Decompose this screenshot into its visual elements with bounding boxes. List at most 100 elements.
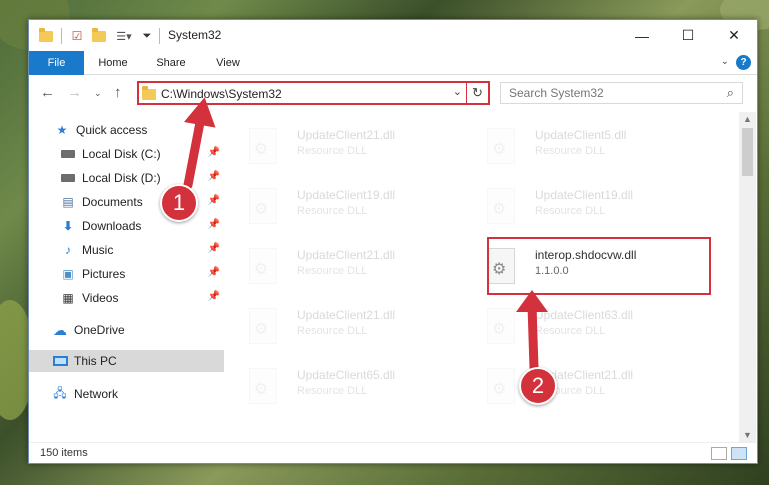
nav-label: Documents <box>82 195 143 209</box>
file-description: Resource DLL <box>535 325 606 337</box>
scroll-down-icon[interactable]: ▼ <box>739 428 756 442</box>
network-icon: 🖧 <box>53 385 67 400</box>
ribbon-tabs: File Home Share View ⌄ ? <box>29 51 757 75</box>
nav-label: This PC <box>74 354 117 368</box>
address-bar[interactable]: C:\Windows\System32 ⌄ ↻ <box>137 81 490 105</box>
file-name: UpdateClient65.dll <box>297 368 396 382</box>
nav-label: Network <box>74 387 119 401</box>
pin-icon[interactable]: 📌 <box>208 267 220 278</box>
nav-quick-access[interactable]: ★ Quick access <box>29 119 224 141</box>
documents-icon: ▤ <box>62 195 74 209</box>
callout-step-2: 2 <box>519 367 557 405</box>
nav-label: Local Disk (C:) <box>82 147 161 161</box>
download-icon: ⬇ <box>62 219 74 233</box>
address-row: ← → ⌄ ↑ C:\Windows\System32 ⌄ ↻ ⌕ <box>29 76 757 110</box>
file-tile[interactable]: ⚙ UpdateClient63.dll Resource DLL <box>463 302 683 354</box>
file-tile[interactable]: ⚙ UpdateClient21.dll Resource DLL <box>225 122 445 174</box>
pin-icon[interactable]: 📌 <box>208 171 220 182</box>
file-description: Resource DLL <box>297 265 368 277</box>
address-path[interactable]: C:\Windows\System32 <box>161 87 282 101</box>
dll-file-icon: ⚙ <box>249 368 277 404</box>
vertical-scrollbar[interactable]: ▲ ▼ <box>739 112 756 442</box>
customize-toolbar-icon[interactable]: ☰▾ <box>113 27 135 45</box>
recent-locations-icon[interactable]: ⌄ <box>94 88 102 99</box>
file-tile[interactable]: ⚙ UpdateClient65.dll Resource DLL <box>225 362 445 414</box>
dll-file-icon: ⚙ <box>249 128 277 164</box>
nav-item-music[interactable]: ♪ Music 📌 <box>29 239 224 261</box>
callout-step-1: 1 <box>160 184 198 222</box>
nav-item-local-disk-d[interactable]: Local Disk (D:) 📌 <box>29 167 224 189</box>
drive-icon <box>60 171 76 185</box>
minimize-button[interactable]: — <box>619 20 665 51</box>
videos-icon: ▦ <box>62 291 74 305</box>
file-name: UpdateClient19.dll <box>297 188 396 202</box>
nav-item-local-disk-c[interactable]: Local Disk (C:) 📌 <box>29 143 224 165</box>
maximize-button[interactable]: ☐ <box>665 20 711 51</box>
file-tile[interactable]: ⚙ UpdateClient21.dll Resource DLL <box>225 302 445 354</box>
file-name: UpdateClient19.dll <box>535 188 634 202</box>
scrollbar-thumb[interactable] <box>742 128 753 176</box>
properties-icon[interactable]: ☑ <box>69 27 85 45</box>
tab-file[interactable]: File <box>29 51 84 75</box>
nav-item-this-pc[interactable]: This PC <box>29 350 224 372</box>
pin-icon[interactable]: 📌 <box>208 195 220 206</box>
nav-item-pictures[interactable]: ▣ Pictures 📌 <box>29 263 224 285</box>
nav-label: Music <box>82 243 114 257</box>
forward-arrow-icon[interactable]: → <box>67 84 82 101</box>
file-description: Resource DLL <box>297 325 368 337</box>
search-input[interactable] <box>501 83 711 103</box>
cloud-icon: ☁ <box>53 321 67 338</box>
file-tile[interactable]: ⚙ UpdateClient21.dll Resource DLL <box>225 242 445 294</box>
file-description: Resource DLL <box>535 145 606 157</box>
tab-view[interactable]: View <box>203 51 253 75</box>
window-title: System32 <box>168 28 222 42</box>
file-tile[interactable]: ⚙ UpdateClient5.dll Resource DLL <box>463 122 683 174</box>
dll-file-icon: ⚙ <box>487 368 515 404</box>
status-bar: 150 items <box>29 442 757 464</box>
nav-item-downloads[interactable]: ⬇ Downloads 📌 <box>29 215 224 237</box>
computer-icon <box>52 354 68 368</box>
file-tile[interactable]: ⚙ UpdateClient21.dll Resource DLL <box>463 362 683 414</box>
pin-icon[interactable]: 📌 <box>208 219 220 230</box>
dll-file-icon: ⚙ <box>487 128 515 164</box>
folder-icon <box>38 27 54 45</box>
tab-home[interactable]: Home <box>87 51 139 75</box>
help-icon[interactable]: ? <box>736 55 751 70</box>
highlighted-file-box <box>487 237 711 295</box>
nav-item-videos[interactable]: ▦ Videos 📌 <box>29 287 224 309</box>
expand-ribbon-icon[interactable]: ⌄ <box>721 56 729 67</box>
search-box[interactable]: ⌕ <box>500 82 743 104</box>
quick-access-dropdown-icon[interactable]: ⏷ <box>141 27 153 45</box>
pin-icon[interactable]: 📌 <box>208 243 220 254</box>
refresh-icon[interactable]: ↻ <box>466 83 488 103</box>
details-view-icon[interactable] <box>711 447 727 460</box>
folder-icon <box>142 86 156 100</box>
file-name: UpdateClient5.dll <box>535 128 627 142</box>
nav-item-network[interactable]: 🖧 Network <box>29 383 224 405</box>
item-count: 150 items <box>40 447 88 459</box>
back-arrow-icon[interactable]: ← <box>40 84 55 101</box>
tab-share[interactable]: Share <box>145 51 197 75</box>
drive-icon <box>60 147 76 161</box>
search-icon[interactable]: ⌕ <box>727 85 734 101</box>
nav-label: Downloads <box>82 219 142 233</box>
new-folder-icon[interactable] <box>91 27 107 45</box>
tiles-view-icon[interactable] <box>731 447 747 460</box>
divider <box>159 28 160 44</box>
file-tile[interactable]: ⚙ UpdateClient19.dll Resource DLL <box>225 182 445 234</box>
dll-file-icon: ⚙ <box>249 248 277 284</box>
file-description: Resource DLL <box>535 205 606 217</box>
file-name: UpdateClient21.dll <box>297 308 396 322</box>
music-icon: ♪ <box>65 243 71 257</box>
pictures-icon: ▣ <box>62 267 74 281</box>
pin-icon[interactable]: 📌 <box>208 291 220 302</box>
nav-item-onedrive[interactable]: ☁ OneDrive <box>29 319 224 341</box>
up-arrow-icon[interactable]: ↑ <box>114 84 122 101</box>
dll-file-icon: ⚙ <box>249 188 277 224</box>
file-name: UpdateClient21.dll <box>297 128 396 142</box>
scroll-up-icon[interactable]: ▲ <box>739 112 756 126</box>
file-tile[interactable]: ⚙ UpdateClient19.dll Resource DLL <box>463 182 683 234</box>
close-button[interactable]: ✕ <box>711 20 757 51</box>
pin-icon[interactable]: 📌 <box>208 147 220 158</box>
address-dropdown-icon[interactable]: ⌄ <box>453 85 462 98</box>
